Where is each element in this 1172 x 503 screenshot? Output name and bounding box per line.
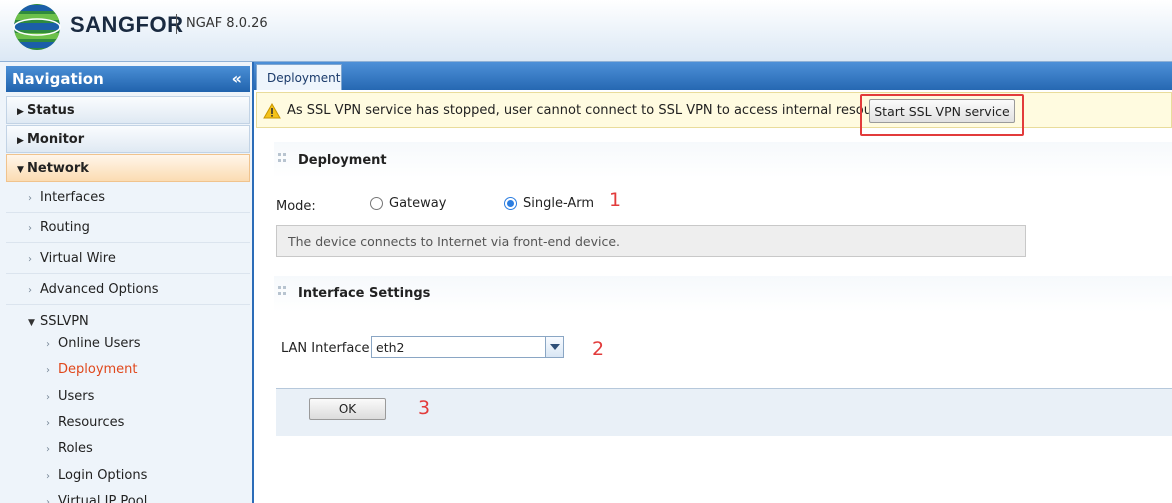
nav-sub-label: Login Options: [58, 468, 148, 483]
nav-sub-virtual-ip-pool[interactable]: › Virtual IP Pool: [6, 489, 250, 503]
nav-sub-label: Virtual IP Pool: [58, 494, 148, 503]
caret-right-icon: ▶: [17, 107, 24, 117]
nav-item-advanced-options[interactable]: › Advanced Options: [6, 275, 250, 305]
sangfor-globe-logo-icon: [13, 4, 61, 50]
deployment-section-title: Deployment: [298, 153, 387, 168]
tab-deployment[interactable]: Deployment: [256, 64, 342, 90]
annotation-3: 3: [418, 397, 431, 419]
annotation-2: 2: [592, 338, 605, 360]
nav-sub-label: Roles: [58, 441, 93, 456]
warning-icon: [263, 103, 281, 119]
chevron-right-icon: ›: [46, 365, 50, 376]
product-version: NGAF 8.0.26: [186, 16, 268, 31]
caret-right-icon: ▶: [17, 136, 24, 146]
brand-name: SANGFOR: [70, 12, 184, 37]
tab-strip: Deployment: [254, 62, 1172, 90]
nav-item-interfaces[interactable]: › Interfaces: [6, 183, 250, 213]
lan-interface-select[interactable]: eth2: [371, 336, 564, 358]
chevron-right-icon: ›: [46, 444, 50, 455]
nav-item-label: Routing: [40, 220, 90, 235]
app-header: SANGFOR NGAF 8.0.26: [0, 0, 1172, 62]
navigation-header: Navigation «: [6, 66, 250, 92]
nav-sub-online-users[interactable]: › Online Users: [6, 331, 250, 357]
lan-interface-label: LAN Interface:: [281, 341, 374, 356]
annotation-1: 1: [609, 189, 622, 211]
nav-item-label: Advanced Options: [40, 282, 159, 297]
chevron-right-icon: ›: [46, 339, 50, 350]
nav-sub-login-options[interactable]: › Login Options: [6, 463, 250, 489]
nav-section-label: Monitor: [27, 132, 85, 147]
nav-section-status[interactable]: ▶ Status: [6, 96, 250, 124]
sidebar: Navigation « ▶ Status ▶ Monitor ▼ Network ›…: [0, 62, 254, 503]
chevron-down-icon[interactable]: [545, 337, 563, 357]
nav-sub-roles[interactable]: › Roles: [6, 436, 250, 462]
collapse-sidebar-icon[interactable]: «: [232, 69, 242, 88]
nav-sub-users[interactable]: › Users: [6, 384, 250, 410]
navigation-title: Navigation: [12, 70, 104, 88]
ssl-vpn-warning-bar: As SSL VPN service has stopped, user can…: [256, 92, 1172, 128]
interface-settings-title: Interface Settings: [298, 286, 431, 301]
nav-section-label: Status: [27, 103, 75, 118]
nav-sub-label: Deployment: [58, 362, 138, 377]
mode-label: Mode:: [276, 199, 316, 214]
chevron-right-icon: ›: [46, 392, 50, 403]
chevron-right-icon: ›: [28, 193, 32, 204]
annotation-highlight-box: [860, 94, 1024, 136]
gateway-label[interactable]: Gateway: [389, 196, 446, 211]
nav-section-label: Network: [27, 161, 89, 176]
nav-sub-resources[interactable]: › Resources: [6, 410, 250, 436]
chevron-right-icon: ›: [46, 471, 50, 482]
nav-sub-label: Users: [58, 389, 95, 404]
ok-button[interactable]: OK: [309, 398, 386, 420]
nav-section-network[interactable]: ▼ Network: [6, 154, 250, 182]
drag-grip-icon: [278, 286, 288, 298]
drag-grip-icon: [278, 153, 288, 165]
nav-item-label: SSLVPN: [40, 314, 89, 329]
nav-sub-deployment[interactable]: › Deployment: [6, 357, 250, 383]
caret-down-icon: ▼: [28, 318, 35, 328]
chevron-right-icon: ›: [46, 497, 50, 503]
nav-item-label: Virtual Wire: [40, 251, 116, 266]
nav-item-routing[interactable]: › Routing: [6, 213, 250, 243]
single-arm-label[interactable]: Single-Arm: [523, 196, 594, 211]
gateway-radio[interactable]: [370, 197, 383, 210]
caret-down-icon: ▼: [17, 165, 24, 175]
chevron-right-icon: ›: [28, 223, 32, 234]
nav-sub-label: Resources: [58, 415, 125, 430]
lan-interface-value: eth2: [376, 340, 405, 355]
nav-sub-label: Online Users: [58, 336, 141, 351]
warning-message: As SSL VPN service has stopped, user can…: [287, 103, 899, 118]
nav-item-virtual-wire[interactable]: › Virtual Wire: [6, 244, 250, 274]
brand-separator: [176, 14, 177, 34]
chevron-right-icon: ›: [28, 254, 32, 265]
single-arm-radio[interactable]: [504, 197, 517, 210]
chevron-right-icon: ›: [28, 285, 32, 296]
deployment-section-band: [274, 142, 1172, 178]
nav-section-monitor[interactable]: ▶ Monitor: [6, 125, 250, 153]
form-footer: OK: [276, 388, 1172, 436]
nav-item-label: Interfaces: [40, 190, 105, 205]
mode-description: The device connects to Internet via fron…: [276, 225, 1026, 257]
chevron-right-icon: ›: [46, 418, 50, 429]
main-content: Deployment As SSL VPN service has stoppe…: [254, 62, 1172, 503]
